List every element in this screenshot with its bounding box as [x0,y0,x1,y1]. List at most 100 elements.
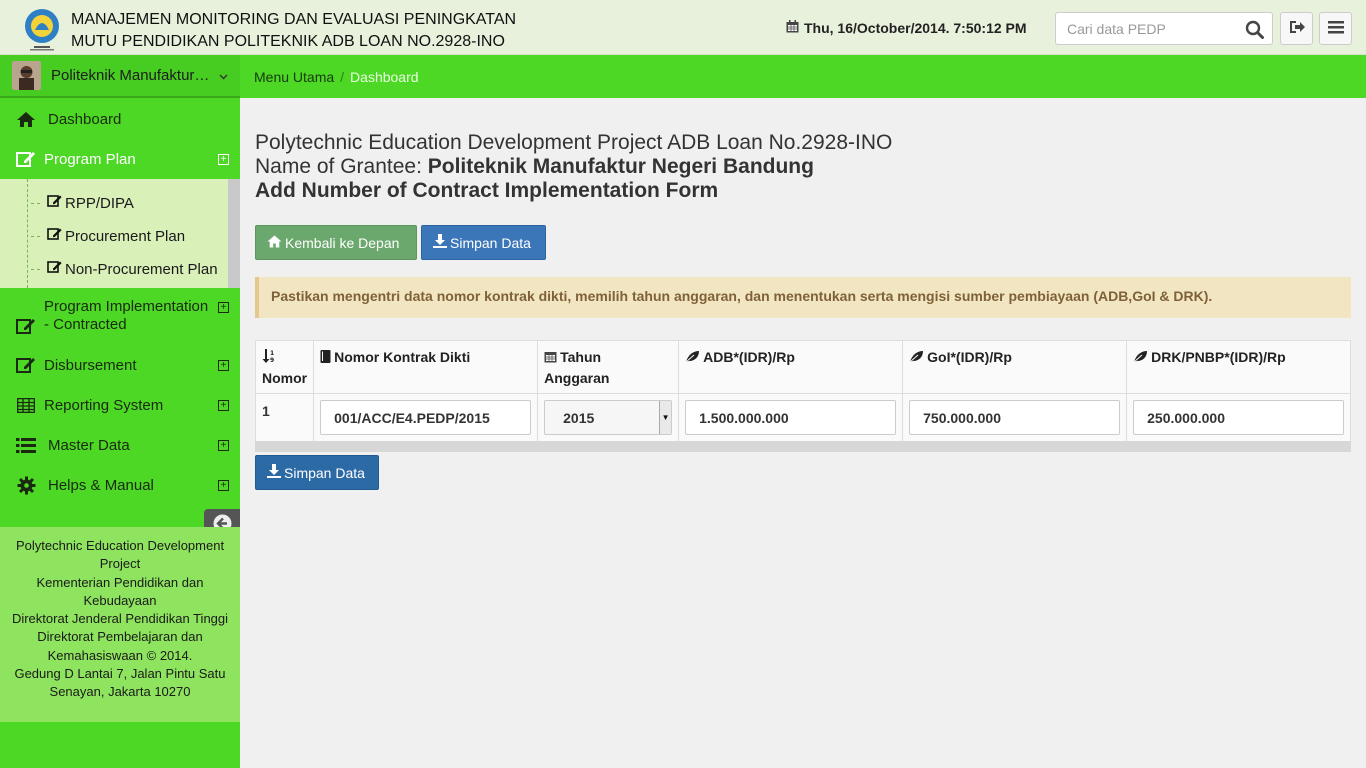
user-dropdown[interactable]: Politeknik Manufaktur Negeri Bandung [0,55,240,98]
col-drk[interactable]: DRK/PNBP*(IDR)/Rp [1126,340,1352,394]
save-button-top[interactable]: Simpan Data [421,225,546,260]
search-icon[interactable] [1245,20,1264,42]
expand-icon[interactable]: + [218,153,229,165]
sidebar-item-label: Program Plan [44,150,136,168]
sign-out-icon [1289,20,1305,37]
goi-amount-input[interactable]: 750.000.000 [909,400,1121,435]
sidebar-item-dashboard[interactable]: Dashboard [0,108,240,130]
main-content: Polytechnic Education Development Projec… [240,98,1366,768]
col-nomor-kontrak[interactable]: Nomor Kontrak Dikti [313,340,539,394]
app-title-line2: MUTU PENDIDIKAN POLITEKNIK ADB LOAN NO.2… [71,33,505,50]
contract-form-table: 19 Nomor Nomor Kontrak Dikti Tahun Angga… [254,340,1352,442]
nomor-kontrak-input[interactable]: 001/ACC/E4.PEDP/2015 [320,400,532,435]
col-adb-label: ADB*(IDR)/Rp [703,349,795,365]
sidebar-item-label: Reporting System [44,396,164,414]
edit-icon [16,316,36,336]
save-button-label: Simpan Data [450,234,531,251]
sort-icon: 19 [262,348,276,368]
footer-line: Direktorat Jenderal Pendidikan Tinggi [11,611,229,627]
col-tahun-label-line1: Tahun [560,349,602,365]
project-title: Polytechnic Education Development Projec… [255,131,893,154]
col-drk-label: DRK/PNBP*(IDR)/Rp [1151,349,1286,365]
grantee-name: Politeknik Manufaktur Negeri Bandung [427,155,814,178]
datetime-text: Thu, 16/October/2014. 7:50:12 PM [804,20,1027,36]
table-header-row: 19 Nomor Nomor Kontrak Dikti Tahun Angga… [254,340,1352,394]
adb-amount-input[interactable]: 1.500.000.000 [685,400,897,435]
breadcrumb-separator: / [340,69,345,85]
search-box [1055,12,1273,45]
submenu-item-procurement-plan[interactable]: Procurement Plan [47,227,185,245]
footer-line: Polytechnic Education Development Projec… [15,538,225,572]
edit-icon [47,194,63,212]
tahun-selected-value: 2015 [563,410,595,426]
chevron-down-icon [219,69,228,83]
caret-down-icon: ▼ [659,401,672,434]
breadcrumb-current: Dashboard [350,69,419,85]
sidebar-item-label: Helps & Manual [48,476,154,494]
tree-branch [31,269,40,270]
sidebar-item-disbursement[interactable]: Disbursement + [0,354,240,376]
table-horizontal-scrollbar[interactable] [255,441,1351,452]
tree-branch [31,236,40,237]
col-goi-label: GoI*(IDR)/Rp [927,349,1012,365]
sidebar-submenu-program-plan: RPP/DIPA Procurement Plan Non-Procuremen… [0,179,240,288]
submenu-scrollbar[interactable] [228,179,240,288]
sidebar-item-program-plan[interactable]: Program Plan + [0,148,240,170]
col-tahun-anggaran[interactable]: Tahun Anggaran [537,340,680,394]
expand-icon[interactable]: + [218,439,229,451]
menu-toggle-button[interactable] [1319,12,1352,45]
submenu-item-non-procurement-plan[interactable]: Non-Procurement Plan [47,260,218,278]
hamburger-icon [1327,20,1344,37]
tahun-anggaran-select[interactable]: 2015 ▼ [544,400,673,435]
kemendikbud-logo [22,8,62,52]
cell-adb: 1.500.000.000 [678,393,904,442]
cell-kontrak: 001/ACC/E4.PEDP/2015 [313,393,539,442]
edit-icon [16,355,36,375]
svg-text:1: 1 [270,350,274,357]
col-nomor-label: Nomor [262,370,308,386]
col-nomor[interactable]: 19 Nomor [254,340,315,394]
back-button-label: Kembali ke Depan [285,234,400,251]
drk-amount-input[interactable]: 250.000.000 [1133,400,1345,435]
sidebar-item-label-line1: Program Implementation [44,298,209,315]
table-row: 1 001/ACC/E4.PEDP/2015 2015 ▼ 1.500.000.… [254,393,1352,442]
back-to-home-button[interactable]: Kembali ke Depan [255,225,417,260]
submenu-item-rpp-dipa[interactable]: RPP/DIPA [47,194,134,212]
expand-icon[interactable]: + [218,479,229,491]
footer-line: Gedung D Lantai 7, Jalan Pintu Satu Sena… [14,666,226,700]
sidebar-item-label-line2: - Contracted [44,316,127,333]
edit-icon [47,260,63,278]
edit-icon [16,149,36,169]
expand-icon[interactable]: + [218,302,229,313]
col-kontrak-label: Nomor Kontrak Dikti [334,349,471,365]
sidebar-item-label: Program Implementation - Contracted [44,298,208,334]
page-title: Polytechnic Education Development Projec… [255,131,892,203]
tree-line [27,179,28,288]
sidebar-item-helps-manual[interactable]: Helps & Manual + [0,474,240,496]
breadcrumb: Menu Utama / Dashboard [254,69,419,85]
gear-icon [16,475,36,495]
expand-icon[interactable]: + [218,359,229,371]
expand-icon[interactable]: + [218,399,229,411]
sidebar-item-label: Master Data [48,436,130,454]
save-button-bottom[interactable]: Simpan Data [255,455,379,490]
sidebar-item-master-data[interactable]: Master Data + [0,434,240,456]
col-tahun-label-line2: Anggaran [544,370,610,386]
sidebar-item-program-implementation[interactable]: Program Implementation - Contracted + [0,298,240,336]
book-icon [320,348,331,368]
col-goi[interactable]: GoI*(IDR)/Rp [902,340,1128,394]
col-adb[interactable]: ADB*(IDR)/Rp [678,340,904,394]
user-name: Politeknik Manufaktur Negeri Bandung [51,67,211,84]
breadcrumb-home-link[interactable]: Menu Utama [254,69,334,85]
sidebar-item-reporting-system[interactable]: Reporting System + [0,394,240,416]
leaf-icon [1133,348,1148,368]
app-title: MANAJEMEN MONITORING DAN EVALUASI PENING… [71,9,516,53]
logout-button[interactable] [1280,12,1313,45]
home-icon [16,109,36,129]
row-number: 1 [254,393,315,442]
top-header: MANAJEMEN MONITORING DAN EVALUASI PENING… [0,0,1366,55]
calendar-icon [786,20,799,36]
search-input[interactable] [1056,13,1236,44]
calendar-icon [544,348,557,368]
edit-icon [47,227,63,245]
